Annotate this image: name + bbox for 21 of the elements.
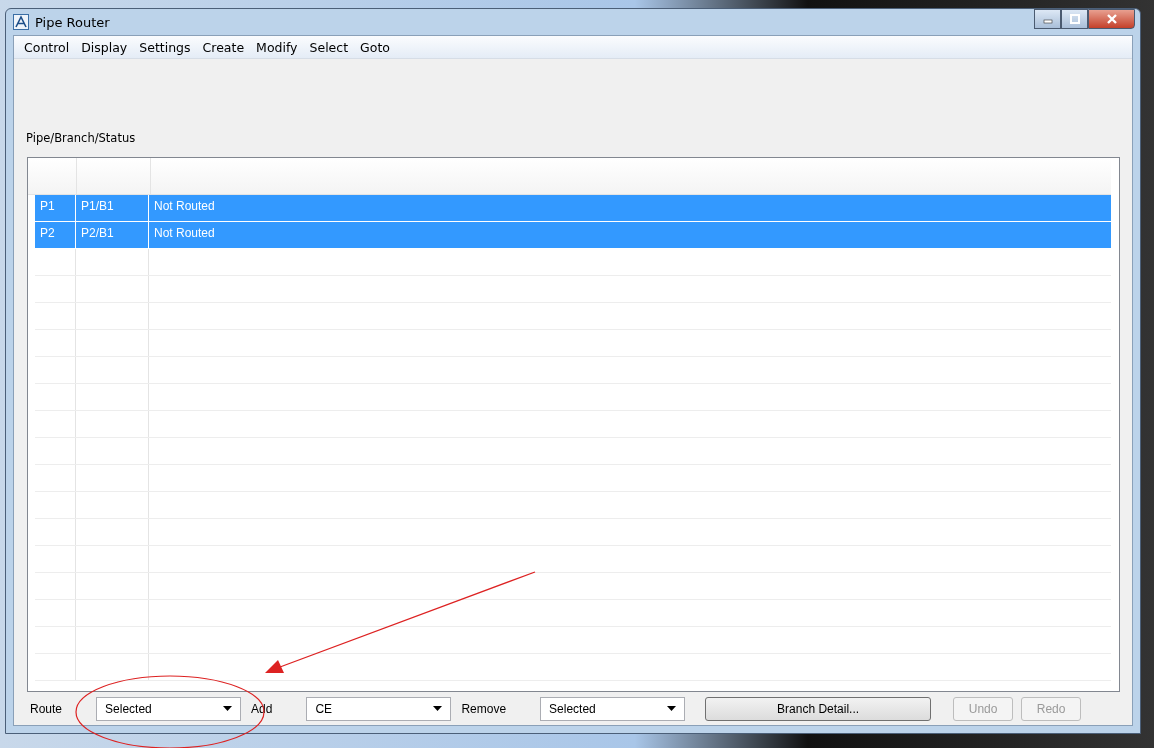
table-cell-text: Not Routed <box>153 225 216 242</box>
table-cell: P1/B1 <box>76 195 149 221</box>
table-cell: P1 <box>35 195 76 221</box>
dropdown-field[interactable]: Selected <box>96 696 242 721</box>
table-cell: P2/B1 <box>76 222 149 248</box>
dropdown-field[interactable]: Selected <box>540 696 686 721</box>
menu-item[interactable]: Control <box>18 39 76 55</box>
menu-item[interactable]: Modify <box>250 39 304 55</box>
menu-item[interactable]: Settings <box>133 39 197 55</box>
menu-item[interactable]: Display <box>75 39 134 55</box>
dropdown-field[interactable]: CE <box>306 696 452 721</box>
combo-label: Remove <box>461 701 507 716</box>
menu-item[interactable]: Create <box>196 39 251 55</box>
combo-label: Route <box>30 701 63 716</box>
list-label: Pipe/Branch/Status <box>26 131 137 145</box>
table-cell: P2 <box>35 222 76 248</box>
window-title: Pipe Router <box>35 14 110 30</box>
push-button[interactable]: Branch Detail... <box>705 696 932 721</box>
menu-item[interactable]: Select <box>303 39 355 55</box>
menu-item[interactable]: Goto <box>354 39 396 55</box>
table-cell-text: Not Routed <box>153 198 216 215</box>
